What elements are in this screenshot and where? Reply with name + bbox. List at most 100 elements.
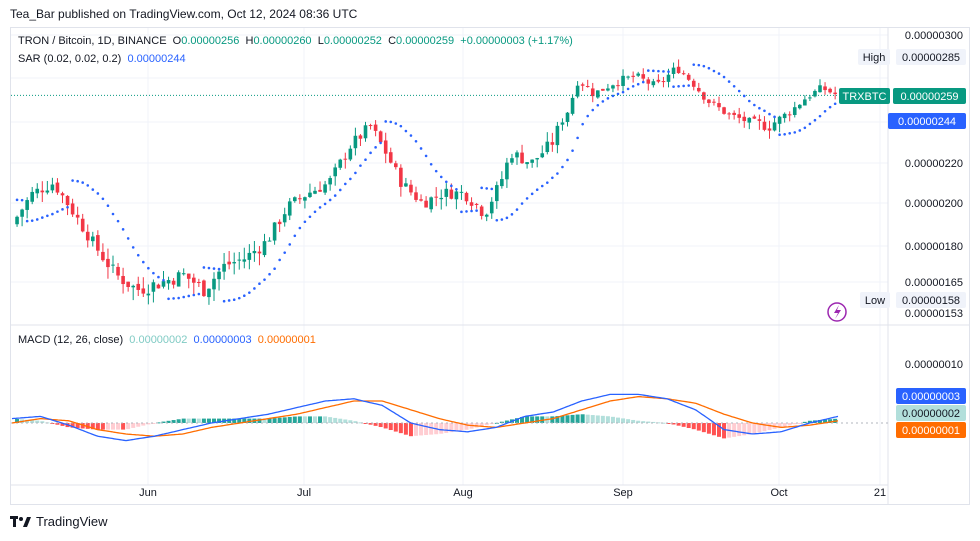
sar-dot	[258, 282, 261, 285]
sar-dot	[217, 267, 221, 271]
candle-body	[96, 235, 100, 251]
candle-body	[530, 159, 534, 163]
candle-body	[666, 74, 671, 82]
candle-body	[212, 278, 216, 290]
sar-dot	[404, 129, 408, 133]
macd-histogram-bar	[272, 418, 277, 423]
sar-dot	[737, 89, 741, 93]
candle-body	[136, 283, 141, 290]
sar-dot	[808, 122, 812, 126]
macd-hist-value: 0.00000002	[129, 334, 188, 346]
sar-dot	[793, 131, 797, 134]
candle-body	[313, 190, 317, 194]
low-value: 0.00000252	[323, 35, 382, 47]
candle-body	[737, 114, 741, 118]
macd-histogram-bar	[439, 423, 444, 434]
candle-body	[318, 189, 322, 192]
macd-histogram-bar	[201, 418, 206, 423]
candle-body	[454, 191, 459, 200]
candle-body	[767, 128, 772, 131]
macd-histogram-bar	[176, 419, 181, 423]
sar-dot	[460, 210, 463, 214]
sar-dot	[182, 295, 185, 299]
candle-body	[459, 191, 464, 193]
candle-body	[303, 197, 307, 201]
sar-dot	[91, 188, 95, 191]
candle-body	[207, 288, 211, 298]
candle-body	[161, 281, 166, 287]
macd-histogram-bar	[691, 423, 696, 430]
macd-histogram-bar	[191, 418, 196, 423]
candle-body	[717, 103, 721, 108]
sar-dot	[308, 215, 312, 219]
sar-dot	[546, 181, 549, 184]
sar-dot	[439, 175, 443, 179]
candle-body	[596, 90, 600, 98]
tradingview-brand: TradingView	[10, 514, 108, 529]
sar-dot	[551, 176, 554, 180]
candle-body	[383, 140, 388, 154]
candle-body	[232, 262, 236, 264]
candle-body	[697, 87, 701, 92]
sar-dot	[283, 251, 287, 254]
candle-body	[535, 158, 539, 160]
sar-dot	[424, 154, 428, 158]
candle-body	[75, 214, 80, 218]
time-tick-label: Aug	[453, 487, 473, 499]
candle-body	[186, 273, 191, 279]
macd-histogram-bar	[605, 416, 610, 423]
macd-legend: MACD (12, 26, close) 0.00000002 0.000000…	[18, 334, 316, 346]
macd-histogram-bar	[585, 414, 590, 423]
sar-dot	[379, 141, 382, 145]
sar-dot	[742, 94, 746, 98]
sar-dot	[71, 179, 74, 182]
sar-dot	[813, 118, 817, 122]
sar-dot	[187, 294, 191, 298]
sar-dot	[581, 122, 584, 126]
sar-dot	[490, 187, 494, 191]
candle-body	[646, 79, 651, 84]
macd-histogram-bar	[600, 415, 605, 423]
macd-histogram-bar	[610, 416, 615, 423]
candle-body	[70, 203, 75, 215]
chart-canvas[interactable]: 0.000003000.000002600.000002400.00000220…	[0, 0, 980, 541]
sar-dot	[722, 75, 726, 79]
candle-body	[712, 101, 716, 103]
candle-body	[590, 88, 595, 97]
sar-dot	[374, 146, 377, 149]
sar-dot	[647, 69, 650, 72]
macd-histogram-bar	[343, 419, 348, 423]
sar-dot	[15, 198, 19, 202]
sar-dot	[268, 272, 271, 276]
candle-body	[141, 288, 146, 294]
candle-body	[661, 81, 666, 83]
macd-histogram-bar	[403, 423, 408, 435]
time-tick-label: Oct	[770, 487, 787, 499]
candle-body	[500, 179, 504, 187]
candle-body	[656, 79, 661, 82]
sar-dot	[530, 192, 534, 196]
candle-body	[363, 125, 368, 139]
symbol-name: TRON / Bitcoin, 1D, BINANCE	[18, 35, 167, 47]
macd-histogram-bar	[378, 423, 383, 428]
sar-dot	[732, 84, 736, 88]
sar-dot	[344, 182, 347, 186]
candle-body	[308, 192, 312, 197]
candle-body	[388, 152, 393, 163]
sar-dot	[828, 105, 832, 109]
macd-histogram-bar	[95, 423, 100, 430]
sar-dot	[621, 90, 625, 94]
sar-dot	[758, 106, 761, 110]
sar-dot	[389, 120, 393, 124]
macd-histogram-bar	[535, 416, 540, 423]
macd-histogram-bar	[328, 417, 333, 423]
high-value: 0.00000260	[253, 35, 312, 47]
sar-dot	[131, 246, 135, 249]
sar-dot	[687, 84, 690, 87]
macd-histogram-bar	[277, 417, 282, 423]
sar-dot	[475, 209, 478, 212]
sar-value: 0.00000244	[127, 53, 186, 65]
macd-histogram-bar	[429, 423, 434, 435]
symbol-tag: TRXBTC	[843, 91, 887, 103]
sar-dot	[535, 188, 539, 192]
